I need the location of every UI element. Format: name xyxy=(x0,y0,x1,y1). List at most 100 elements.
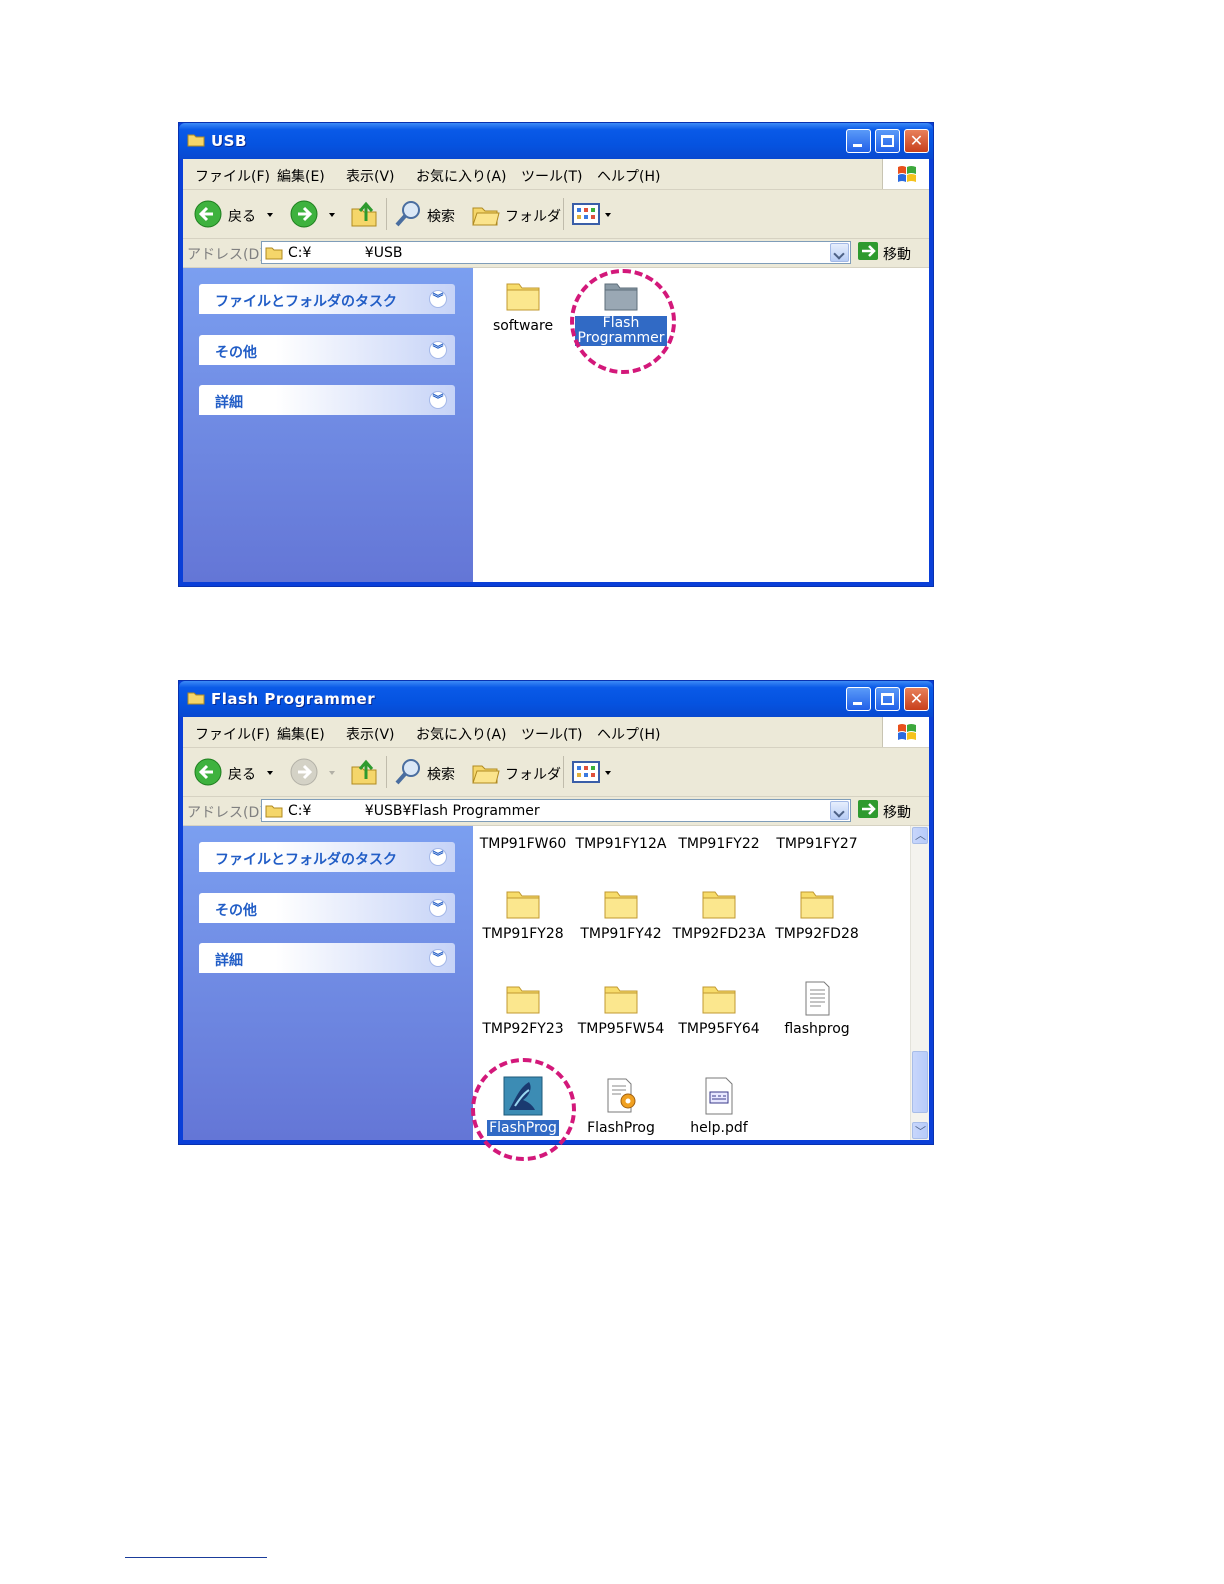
menu-tools[interactable]: ツール(T) xyxy=(521,166,582,186)
file-item-flashprog-config[interactable]: FlashProg xyxy=(573,1076,669,1136)
folders-button[interactable]: フォルダ xyxy=(471,757,561,787)
menu-view[interactable]: 表示(V) xyxy=(346,166,395,186)
up-folder-button[interactable] xyxy=(349,757,379,787)
task-panel-other[interactable]: その他 ︾ xyxy=(199,335,455,365)
toolbar: 戻る 検索 フォルダ xyxy=(183,190,929,239)
address-dropdown-button[interactable] xyxy=(830,801,849,820)
windows-logo-icon xyxy=(882,717,929,747)
chevron-down-icon xyxy=(605,771,611,775)
toolbar: 戻る 検索 フォルダ xyxy=(183,748,929,797)
folder-item-tmp92fy23[interactable]: TMP92FY23 xyxy=(475,981,571,1037)
chevron-down-icon xyxy=(605,213,611,217)
address-bar: アドレス(D) C:¥ ¥USB¥Flash Programmer 移動 xyxy=(183,797,929,826)
chevron-down-icon[interactable]: ︾ xyxy=(429,949,447,967)
views-icon xyxy=(572,761,600,783)
folder-item-tmp91fy27[interactable]: TMP91FY27 xyxy=(769,832,865,852)
folder-icon xyxy=(187,134,205,147)
folder-icon xyxy=(604,891,638,919)
close-button[interactable]: ✕ xyxy=(904,129,929,153)
vertical-scrollbar[interactable]: ︿ ﹀ xyxy=(910,826,929,1140)
minimize-button[interactable] xyxy=(846,129,871,153)
windows-logo-icon xyxy=(882,159,929,189)
search-button[interactable]: 検索 xyxy=(393,199,461,229)
folder-item-tmp91fw60[interactable]: TMP91FW60 xyxy=(475,832,571,852)
task-panel-details[interactable]: 詳細 ︾ xyxy=(199,385,455,415)
maximize-button[interactable] xyxy=(875,129,900,153)
close-icon: ✕ xyxy=(909,131,924,150)
views-button[interactable] xyxy=(571,757,613,787)
forward-button[interactable] xyxy=(289,199,339,229)
chevron-down-icon xyxy=(267,771,273,775)
scroll-up-button[interactable]: ︿ xyxy=(912,827,928,844)
folder-item-tmp91fy28[interactable]: TMP91FY28 xyxy=(475,886,571,942)
window-title: Flash Programmer xyxy=(211,690,376,708)
go-arrow-icon xyxy=(858,242,878,260)
folder-icon xyxy=(800,891,834,919)
task-panel-file-folder-tasks[interactable]: ファイルとフォルダのタスク ︾ xyxy=(199,284,455,314)
maximize-icon xyxy=(881,693,894,705)
file-list: TMP91FW60 TMP91FY12A TMP91FY22 TMP91FY27… xyxy=(473,826,929,1140)
menu-favorites[interactable]: お気に入り(A) xyxy=(416,724,507,744)
menu-edit[interactable]: 編集(E) xyxy=(277,724,325,744)
menu-view[interactable]: 表示(V) xyxy=(346,724,395,744)
go-button[interactable]: 移動 xyxy=(857,799,923,822)
chevron-down-icon[interactable]: ︾ xyxy=(429,899,447,917)
title-bar[interactable]: USB ✕ xyxy=(179,123,933,159)
file-item-flashprog-exe[interactable]: FlashProg xyxy=(475,1076,571,1136)
back-arrow-icon xyxy=(194,200,222,228)
address-input[interactable]: C:¥ ¥USB¥Flash Programmer xyxy=(261,799,851,822)
task-panel-details[interactable]: 詳細 ︾ xyxy=(199,943,455,973)
folder-icon xyxy=(604,283,638,311)
folder-item-flash-programmer[interactable]: Flash Programmer xyxy=(573,278,669,346)
go-button[interactable]: 移動 xyxy=(857,241,923,264)
folder-icon xyxy=(506,986,540,1014)
explorer-window-flash-programmer: Flash Programmer ✕ ファイル(F) 編集(E) 表示(V) お… xyxy=(178,680,934,1145)
menu-help[interactable]: ヘルプ(H) xyxy=(597,724,660,744)
menu-bar: ファイル(F) 編集(E) 表示(V) お気に入り(A) ツール(T) ヘルプ(… xyxy=(183,717,929,748)
menu-help[interactable]: ヘルプ(H) xyxy=(597,166,660,186)
folder-icon xyxy=(187,692,205,705)
search-button[interactable]: 検索 xyxy=(393,757,461,787)
back-button[interactable]: 戻る xyxy=(193,757,273,787)
menu-tools[interactable]: ツール(T) xyxy=(521,724,582,744)
address-input[interactable]: C:¥ ¥USB xyxy=(261,241,851,264)
maximize-icon xyxy=(881,135,894,147)
menu-file[interactable]: ファイル(F) xyxy=(195,166,270,186)
forward-arrow-icon xyxy=(290,200,318,228)
task-panel-file-folder-tasks[interactable]: ファイルとフォルダのタスク ︾ xyxy=(199,842,455,872)
folder-item-tmp95fw54[interactable]: TMP95FW54 xyxy=(573,981,669,1037)
folder-item-tmp91fy12a[interactable]: TMP91FY12A xyxy=(573,832,669,852)
file-item-flashprog-text[interactable]: flashprog xyxy=(769,981,865,1037)
folder-item-tmp91fy42[interactable]: TMP91FY42 xyxy=(573,886,669,942)
search-icon xyxy=(395,201,420,227)
folder-icon xyxy=(506,283,540,311)
folder-item-tmp95fy64[interactable]: TMP95FY64 xyxy=(671,981,767,1037)
address-dropdown-button[interactable] xyxy=(830,243,849,262)
task-pane: ファイルとフォルダのタスク ︾ その他 ︾ 詳細 ︾ xyxy=(183,268,473,582)
minimize-button[interactable] xyxy=(846,687,871,711)
folder-item-tmp91fy22[interactable]: TMP91FY22 xyxy=(671,832,767,852)
back-button[interactable]: 戻る xyxy=(193,199,273,229)
file-item-help-pdf[interactable]: help.pdf xyxy=(671,1076,767,1136)
views-button[interactable] xyxy=(571,199,613,229)
task-panel-other[interactable]: その他 ︾ xyxy=(199,893,455,923)
folder-item-tmp92fd28[interactable]: TMP92FD28 xyxy=(769,886,865,942)
chevron-down-icon[interactable]: ︾ xyxy=(429,341,447,359)
explorer-window-usb: USB ✕ ファイル(F) 編集(E) 表示(V) お気に入り(A) ツール(T… xyxy=(178,122,934,587)
up-folder-button[interactable] xyxy=(349,199,379,229)
scroll-down-button[interactable]: ﹀ xyxy=(912,1122,928,1139)
menu-file[interactable]: ファイル(F) xyxy=(195,724,270,744)
close-button[interactable]: ✕ xyxy=(904,687,929,711)
up-folder-icon xyxy=(351,201,377,227)
folder-item-tmp92fd23a[interactable]: TMP92FD23A xyxy=(671,886,767,942)
menu-edit[interactable]: 編集(E) xyxy=(277,166,325,186)
maximize-button[interactable] xyxy=(875,687,900,711)
scroll-thumb[interactable] xyxy=(912,1051,928,1113)
chevron-down-icon[interactable]: ︾ xyxy=(429,290,447,308)
chevron-down-icon[interactable]: ︾ xyxy=(429,391,447,409)
folders-button[interactable]: フォルダ xyxy=(471,199,561,229)
menu-favorites[interactable]: お気に入り(A) xyxy=(416,166,507,186)
title-bar[interactable]: Flash Programmer ✕ xyxy=(179,681,933,717)
chevron-down-icon[interactable]: ︾ xyxy=(429,848,447,866)
folder-item-software[interactable]: software xyxy=(475,278,571,334)
